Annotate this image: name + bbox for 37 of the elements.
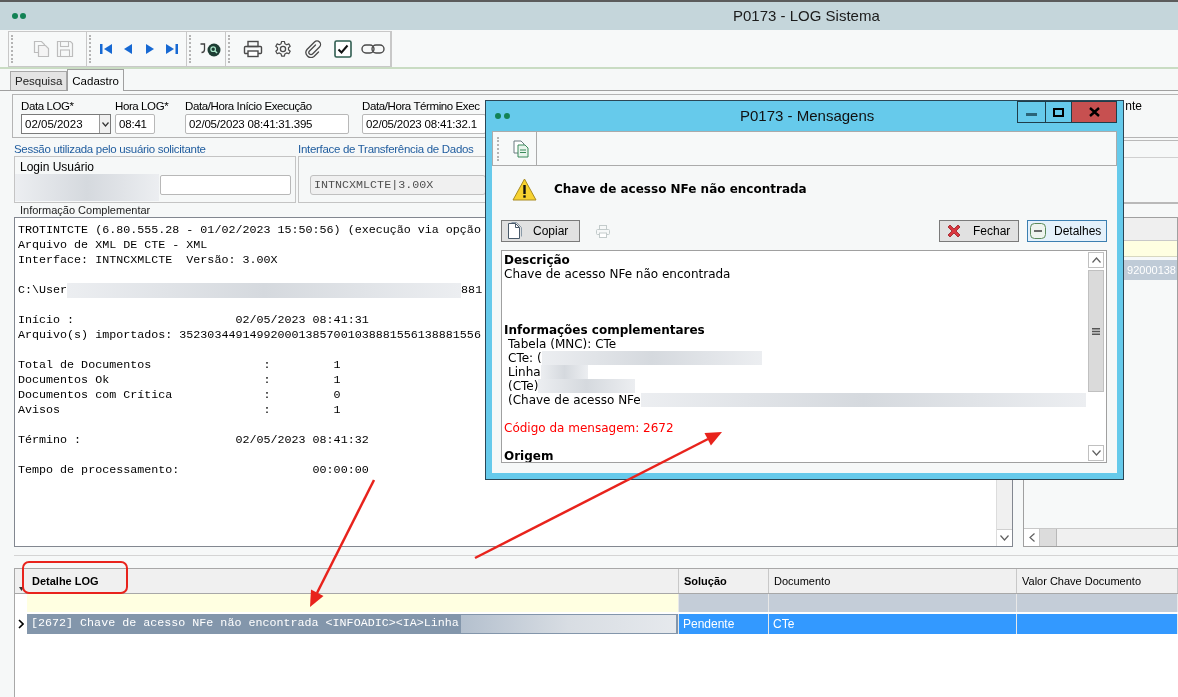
section-heading: Informações complementares [504,323,705,337]
detail-text: Chave de acesso NFe não encontrada [504,267,731,281]
log-text: TROTINTCTE (6.80.555.28 - 01/02/2023 15:50:56) (execução via opção [18,223,481,238]
section-label: Informação Complementar [20,204,151,217]
log-text: Documentos com Crítica : 0 [18,388,341,403]
group-title: Interface de Transferência de Dados [298,142,474,156]
log-text: Arquivo de XML DE CTE - XML [18,238,208,253]
log-text: Documentos Ok : 1 [18,373,341,388]
field-label: Data LOG* [21,99,74,113]
log-text: Arquivo(s) importados: 3523034491499200013857001038881556138881556 [18,328,481,343]
log-text: Total de Documentos : 1 [18,358,341,373]
field-label: Hora LOG* [115,99,169,113]
detail-text: (Chave de acesso NFe [508,393,641,407]
window-title: P0173 - LOG Sistema [733,7,880,25]
detail-text: Tabela (MNC): CTe [508,337,617,351]
log-text: 881 [461,283,483,298]
field-label: Login Usuário [20,160,95,174]
log-text: C:\User [18,283,68,298]
group-title: Sessão utilizada pelo usuário solicitante [14,142,206,156]
detail-text: CTe: ( [508,351,542,365]
detail-text: Linha [508,365,541,379]
log-text: Término : 02/05/2023 08:41:32 [18,433,369,448]
table-cell: 92000138 [1127,263,1176,277]
log-text: Avisos : 1 [18,403,341,418]
section-heading: Origem [504,449,554,462]
field-label: nte [1125,99,1142,113]
message-code: Código da mensagem: 2672 [504,421,674,435]
section-heading: Descrição [504,253,570,267]
window-title: P0173 - Mensagens [740,107,875,125]
log-text: Interface: INTNCXMLCTE Versão: 3.00X [18,253,278,268]
field-label: Data/Hora Início Execução [185,99,312,113]
field-label: Data/Hora Término Exec [362,99,480,113]
log-text: Início : 02/05/2023 08:41:31 [18,313,369,328]
detail-text: (CTe) [508,379,539,393]
dialog-message: Chave de acesso NFe não encontrada [554,181,807,197]
log-text: Tempo de processamento: 00:00:00 [18,463,369,478]
log-message: [2672] Chave de acesso NFe não encontrada <INFOADIC><IA>Linha [31,615,459,633]
